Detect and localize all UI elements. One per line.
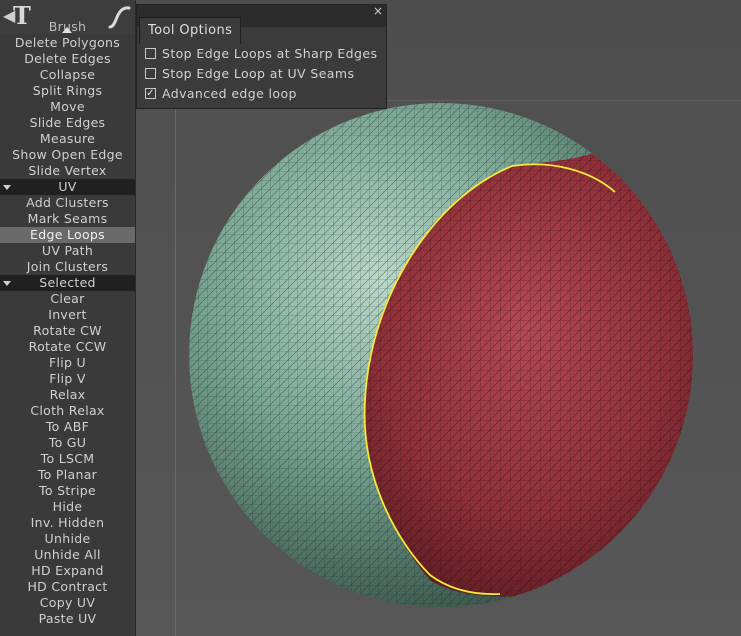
cmd-unhide[interactable]: Unhide: [0, 531, 135, 547]
cmd-inv-hidden[interactable]: Inv. Hidden: [0, 515, 135, 531]
cmd-to-lscm[interactable]: To LSCM: [0, 451, 135, 467]
cmd-split-rings[interactable]: Split Rings: [0, 83, 135, 99]
cmd-hd-expand[interactable]: HD Expand: [0, 563, 135, 579]
checkbox[interactable]: [145, 48, 156, 59]
cmd-cloth-relax[interactable]: Cloth Relax: [0, 403, 135, 419]
cmd-uv-path[interactable]: UV Path: [0, 243, 135, 259]
section-uv-label: UV: [58, 179, 77, 194]
checkbox[interactable]: [145, 68, 156, 79]
cmd-rotate-ccw[interactable]: Rotate CCW: [0, 339, 135, 355]
cmd-invert[interactable]: Invert: [0, 307, 135, 323]
cmd-mark-seams[interactable]: Mark Seams: [0, 211, 135, 227]
tool-options-tab[interactable]: Tool Options: [139, 17, 242, 44]
cmd-delete-polygons[interactable]: Delete Polygons: [0, 35, 135, 51]
cmd-measure[interactable]: Measure: [0, 131, 135, 147]
cmd-copy-uv[interactable]: Copy UV: [0, 595, 135, 611]
option-advanced-edge-loop[interactable]: ✓ Advanced edge loop: [145, 85, 377, 105]
cmd-hd-contract[interactable]: HD Contract: [0, 579, 135, 595]
tool-options-window: Tool Options × Stop Edge Loops at Sharp …: [136, 4, 387, 109]
collapse-triangle-icon[interactable]: [3, 185, 11, 190]
tool-options-body: Stop Edge Loops at Sharp Edges Stop Edge …: [145, 45, 377, 105]
cmd-unhide-all[interactable]: Unhide All: [0, 547, 135, 563]
close-icon[interactable]: ×: [373, 5, 383, 17]
cmd-hide[interactable]: Hide: [0, 499, 135, 515]
command-list: Brush Delete Polygons Delete Edges Collaps…: [0, 19, 135, 627]
cmd-to-planar[interactable]: To Planar: [0, 467, 135, 483]
cmd-relax[interactable]: Relax: [0, 387, 135, 403]
cmd-clear[interactable]: Clear: [0, 291, 135, 307]
cmd-slide-edges[interactable]: Slide Edges: [0, 115, 135, 131]
cmd-edge-loops[interactable]: Edge Loops: [0, 227, 135, 243]
cmd-show-open-edge[interactable]: Show Open Edge: [0, 147, 135, 163]
section-uv[interactable]: UV: [0, 179, 135, 195]
collapse-triangle-icon[interactable]: [3, 281, 11, 286]
option-stop-edge-loop-at-uv-seams[interactable]: Stop Edge Loop at UV Seams: [145, 65, 377, 85]
cmd-to-abf[interactable]: To ABF: [0, 419, 135, 435]
tool-panel: ◀ T Brush Delete Polygons Delete Edges Col…: [0, 0, 136, 636]
checkbox[interactable]: ✓: [145, 88, 156, 99]
section-selected[interactable]: Selected: [0, 275, 135, 291]
option-label: Advanced edge loop: [162, 86, 297, 101]
cmd-move[interactable]: Move: [0, 99, 135, 115]
cmd-delete-edges[interactable]: Delete Edges: [0, 51, 135, 67]
option-label: Stop Edge Loop at UV Seams: [162, 66, 355, 81]
cmd-flip-u[interactable]: Flip U: [0, 355, 135, 371]
cmd-rotate-cw[interactable]: Rotate CW: [0, 323, 135, 339]
cmd-to-gu[interactable]: To GU: [0, 435, 135, 451]
cmd-join-clusters[interactable]: Join Clusters: [0, 259, 135, 275]
cmd-paste-uv[interactable]: Paste UV: [0, 611, 135, 627]
section-selected-label: Selected: [39, 275, 96, 290]
cmd-slide-vertex[interactable]: Slide Vertex: [0, 163, 135, 179]
cmd-flip-v[interactable]: Flip V: [0, 371, 135, 387]
option-stop-edge-loops-at-sharp-edges[interactable]: Stop Edge Loops at Sharp Edges: [145, 45, 377, 65]
cmd-to-stripe[interactable]: To Stripe: [0, 483, 135, 499]
scroll-up-icon[interactable]: [62, 27, 72, 33]
cmd-add-clusters[interactable]: Add Clusters: [0, 195, 135, 211]
option-label: Stop Edge Loops at Sharp Edges: [162, 46, 378, 61]
cmd-collapse[interactable]: Collapse: [0, 67, 135, 83]
